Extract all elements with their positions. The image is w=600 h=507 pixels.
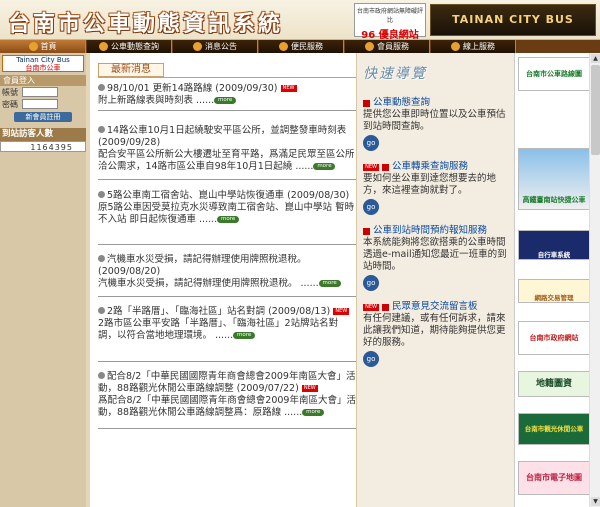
go-button[interactable]: go [363, 135, 379, 151]
service-bus-query: 公車動態查詢 提供您公車即時位置以及公車預估到站時間查詢。 go [363, 97, 513, 151]
service-message-board: NEW 民眾意見交流留言板 有任何建議，或有任何訴求，請來此讓我們知道，期待能夠… [363, 301, 513, 367]
join-member-button[interactable]: 新會員註冊 [14, 112, 72, 122]
news-separator [98, 361, 356, 362]
trade-management-link[interactable]: 網路交易管理 [518, 279, 590, 303]
site-title[interactable]: 台南市公車動態資訊系統 [8, 6, 283, 38]
left-panel: Tainan City Bus 台南市公車 會員登入 帳號 密碼 新會員註冊 到站… [0, 53, 86, 507]
news-item[interactable]: 2路「半路厝」、「臨海社區」站名對調 (2009/08/13) NEW 2路市區公… [98, 306, 356, 342]
news-divider [98, 77, 356, 78]
new-icon: NEW [363, 163, 379, 171]
visitor-count: 1164395 [0, 141, 86, 152]
go-button[interactable]: go [363, 199, 379, 215]
arrow-icon [382, 303, 390, 311]
bus-icon [99, 42, 108, 51]
account-row: 帳號 [0, 86, 86, 98]
nav-online[interactable]: 線上服務 [431, 40, 516, 53]
news-separator [98, 110, 356, 111]
news-tab[interactable]: 最新消息 [98, 63, 164, 77]
news-icon [193, 42, 202, 51]
hsr-shuttle-link[interactable]: 高鐵臺南站快捷公車 [518, 148, 590, 210]
new-icon: NEW [301, 385, 318, 392]
service-arrival-notify: 公車到站時間預約報知服務 本系統能夠將您欲搭乘的公車時間透過e-mail通知您最… [363, 225, 513, 291]
news-item[interactable]: 汽機車水災受損，請記得辦理使用牌照稅退稅。 (2009/08/20) 汽機車水災受… [98, 254, 356, 290]
link-sidebar: 台南市公車路線圖 高鐵臺南站快捷公車 自行車系統 網路交易管理 台南市政府網站 … [514, 53, 600, 507]
scroll-thumb[interactable] [591, 65, 600, 155]
more-button[interactable]: more [217, 216, 240, 223]
news-item[interactable]: 5路公車南工宿舍站、崑山中學站恢復通車 (2009/08/30) 原5路公車因受莫… [98, 190, 356, 226]
tour-bus-link[interactable]: 台南市觀光休閒公車 [518, 413, 590, 445]
route-map-link[interactable]: 台南市公車路線圖 [518, 57, 590, 91]
scroll-down-icon[interactable]: ▼ [591, 497, 600, 506]
service-icon [279, 42, 288, 51]
quick-guide-panel: 快速導覽 公車動態查詢 提供您公車即時位置以及公車預估到站時間查詢。 go NE… [356, 53, 514, 507]
news-panel: 最新消息 98/10/01 更新14路路線 (2009/09/30) NEW 附上… [86, 53, 356, 507]
header: 台南市公車動態資訊系統 台南市政府網站無障礙評比 96 優良網站 TAINAN … [0, 0, 600, 41]
nav-service[interactable]: 便民服務 [259, 40, 344, 53]
bullet-icon [98, 307, 105, 314]
new-icon: NEW [333, 308, 350, 315]
scroll-up-icon[interactable]: ▲ [591, 54, 600, 63]
city-gov-link[interactable]: 台南市政府網站 [518, 321, 590, 355]
new-icon: NEW [280, 85, 297, 92]
go-button[interactable]: go [363, 351, 379, 367]
nav-member[interactable]: 會員服務 [345, 40, 430, 53]
more-button[interactable]: more [302, 409, 325, 416]
bike-system-link[interactable]: 自行車系統 [518, 230, 590, 260]
vertical-scrollbar[interactable]: ▲ ▼ [589, 53, 600, 507]
bullet-icon [98, 84, 105, 91]
nav-bus-query[interactable]: 公車動態查詢 [87, 40, 172, 53]
banner-text: TAINAN CITY BUS [452, 13, 574, 26]
account-input[interactable] [22, 87, 58, 97]
more-button[interactable]: more [214, 97, 237, 104]
award-small-text: 台南市政府網站無障礙評比 [356, 8, 423, 24]
award-big-text: 96 優良網站 [361, 30, 419, 41]
tainan-bus-logo: Tainan City Bus 台南市公車 [2, 55, 84, 72]
go-button[interactable]: go [363, 275, 379, 291]
nav-news[interactable]: 消息公告 [173, 40, 258, 53]
news-separator [98, 428, 356, 429]
news-separator [98, 179, 356, 180]
nav-home[interactable]: 首頁 [0, 40, 86, 53]
news-separator [98, 296, 356, 297]
arrow-icon [363, 99, 370, 107]
password-input[interactable] [22, 99, 58, 109]
news-item[interactable]: 配合8/2「中華民國國際青年商會總會2009年南區大會」活動，88路觀光休閒公車… [98, 371, 356, 419]
news-item[interactable]: 14路公車10月1日起繞駛安平區公所，並調整發車時刻表 (2009/09/28)… [98, 125, 356, 173]
visitor-label: 到站訪客人數 [0, 128, 86, 141]
new-icon: NEW [363, 303, 379, 311]
service-transfer-query: NEW 公車轉乘查詢服務 要如何坐公車到達您想要去的地方，來這裡查詢就對了。 g… [363, 161, 513, 215]
land-map-link[interactable]: 地籍圖資 [518, 371, 590, 397]
news-separator [98, 244, 356, 245]
member-icon [365, 42, 374, 51]
arrow-icon [382, 163, 390, 171]
bus-banner: TAINAN CITY BUS [430, 4, 596, 36]
arrow-icon [363, 227, 370, 235]
bullet-icon [98, 191, 105, 198]
bullet-icon [98, 126, 105, 133]
more-button[interactable]: more [318, 280, 341, 287]
quick-guide-heading: 快速導覽 [363, 66, 427, 82]
member-login-heading: 會員登入 [0, 75, 86, 86]
e-map-link[interactable]: 台南市電子地圖 [518, 461, 590, 495]
main-nav: 首頁 公車動態查詢 消息公告 便民服務 會員服務 線上服務 [0, 40, 600, 53]
bullet-icon [98, 255, 105, 262]
news-item[interactable]: 98/10/01 更新14路路線 (2009/09/30) NEW 附上新路線表與… [98, 83, 356, 107]
more-button[interactable]: more [233, 332, 256, 339]
bullet-icon [98, 372, 105, 379]
home-icon [28, 42, 38, 51]
online-icon [451, 42, 460, 51]
more-button[interactable]: more [313, 163, 336, 170]
award-badge[interactable]: 台南市政府網站無障礙評比 96 優良網站 [354, 3, 426, 41]
password-row: 密碼 [0, 98, 86, 110]
